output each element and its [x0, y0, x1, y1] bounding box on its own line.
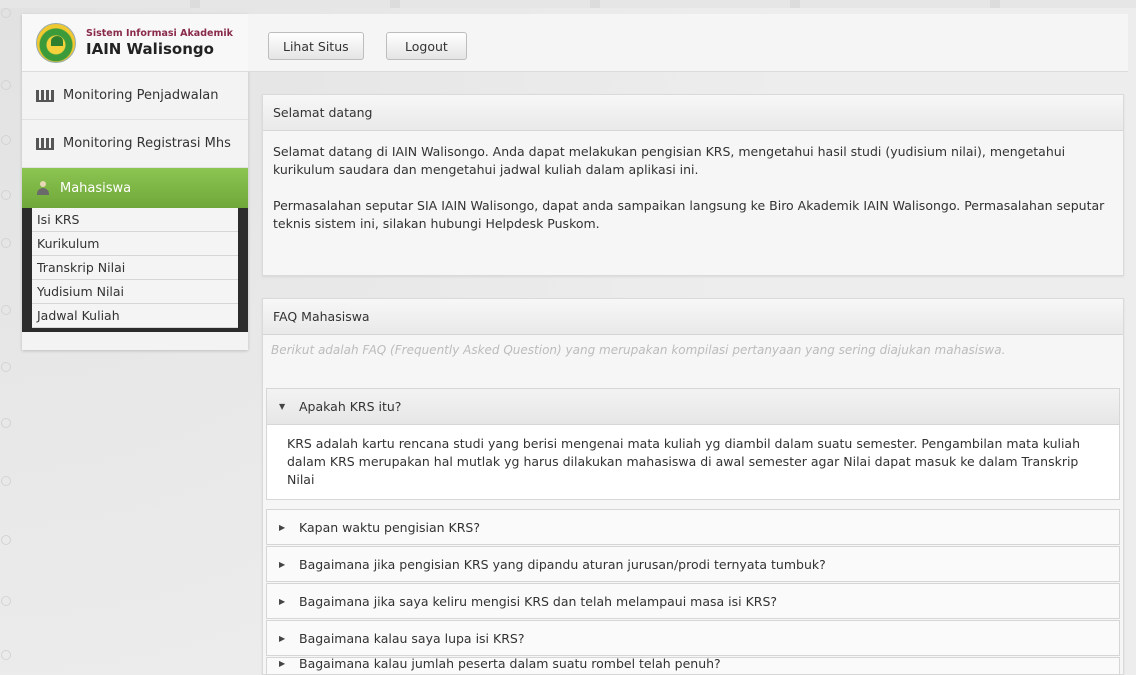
welcome-paragraph-2: Permasalahan seputar SIA IAIN Walisongo,… — [273, 198, 1105, 231]
faq-question-toggle[interactable]: ▶ Bagaimana kalau jumlah peserta dalam s… — [267, 657, 1119, 674]
faq-question-toggle[interactable]: ▶ Bagaimana jika pengisian KRS yang dipa… — [267, 547, 1119, 581]
faq-question-toggle[interactable]: ▶ Bagaimana kalau saya lupa isi KRS? — [267, 621, 1119, 655]
faq-question-text: Bagaimana kalau jumlah peserta dalam sua… — [299, 657, 721, 671]
sidebar-item-label: Mahasiswa — [60, 180, 132, 196]
faq-answer-text: KRS adalah kartu rencana studi yang beri… — [287, 436, 1081, 487]
faq-item[interactable]: ▶ Bagaimana kalau saya lupa isi KRS? — [266, 620, 1120, 656]
faq-question-toggle[interactable]: ▶ Bagaimana jika saya keliru mengisi KRS… — [267, 584, 1119, 618]
faq-item[interactable]: ▶ Bagaimana kalau jumlah peserta dalam s… — [266, 657, 1120, 675]
sidebar-item-monitoring-registrasi[interactable]: Monitoring Registrasi Mhs — [22, 120, 248, 168]
submenu-item-jadwal-kuliah[interactable]: Jadwal Kuliah — [32, 304, 238, 328]
faq-question-text: Kapan waktu pengisian KRS? — [299, 519, 480, 535]
welcome-paragraph-1: Selamat datang di IAIN Walisongo. Anda d… — [273, 144, 1066, 177]
sidebar-item-label: Monitoring Penjadwalan — [63, 88, 219, 103]
welcome-panel-title: Selamat datang — [263, 95, 1123, 131]
submenu-item-transkrip-nilai[interactable]: Transkrip Nilai — [32, 256, 238, 280]
caret-right-icon: ▶ — [279, 522, 286, 532]
top-decor-strip — [0, 0, 1136, 8]
caret-down-icon: ▼ — [279, 402, 286, 411]
user-icon — [36, 181, 50, 195]
iain-logo — [36, 22, 76, 63]
faq-item-open: ▼ Apakah KRS itu? KRS adalah kartu renca… — [266, 388, 1120, 500]
caret-right-icon: ▶ — [279, 633, 286, 643]
sidebar-item-mahasiswa[interactable]: Mahasiswa — [22, 168, 248, 208]
faq-item[interactable]: ▶ Bagaimana jika pengisian KRS yang dipa… — [266, 546, 1120, 582]
faq-item[interactable]: ▶ Kapan waktu pengisian KRS? — [266, 509, 1120, 545]
brand-title: IAIN Walisongo — [86, 39, 214, 58]
faq-question-text: Bagaimana jika saya keliru mengisi KRS d… — [299, 593, 778, 609]
faq-item[interactable]: ▶ Bagaimana jika saya keliru mengisi KRS… — [266, 583, 1120, 619]
brand-subtitle: Sistem Informasi Akademik — [86, 27, 233, 39]
sidebar-item-label: Monitoring Registrasi Mhs — [63, 136, 231, 151]
building-icon — [36, 137, 54, 150]
submenu-item-isi-krs[interactable]: Isi KRS — [32, 208, 238, 232]
caret-right-icon: ▶ — [279, 658, 286, 668]
submenu-item-yudisium-nilai[interactable]: Yudisium Nilai — [32, 280, 238, 304]
building-icon — [36, 89, 54, 102]
view-site-button[interactable]: Lihat Situs — [268, 32, 364, 60]
faq-question-text: Bagaimana kalau saya lupa isi KRS? — [299, 630, 525, 646]
faq-question-toggle[interactable]: ▶ Kapan waktu pengisian KRS? — [267, 510, 1119, 544]
faq-question-toggle[interactable]: ▼ Apakah KRS itu? — [267, 389, 1119, 425]
welcome-panel: Selamat datang Selamat datang di IAIN Wa… — [262, 94, 1124, 276]
brand[interactable]: Sistem Informasi Akademik IAIN Walisongo — [22, 14, 248, 72]
faq-question-text: Apakah KRS itu? — [299, 399, 402, 414]
caret-right-icon: ▶ — [279, 559, 286, 569]
faq-panel-title: FAQ Mahasiswa — [263, 299, 1123, 335]
caret-right-icon: ▶ — [279, 596, 286, 606]
top-bar: Lihat Situs Logout — [248, 14, 1128, 72]
faq-question-text: Bagaimana jika pengisian KRS yang dipand… — [299, 556, 826, 572]
mahasiswa-submenu: Isi KRS Kurikulum Transkrip Nilai Yudisi… — [22, 208, 248, 332]
faq-intro-note: Berikut adalah FAQ (Frequently Asked Que… — [271, 343, 1006, 357]
submenu-item-kurikulum[interactable]: Kurikulum — [32, 232, 238, 256]
logout-button[interactable]: Logout — [386, 32, 467, 60]
sidebar-item-monitoring-penjadwalan[interactable]: Monitoring Penjadwalan — [22, 72, 248, 120]
left-decor-dots — [0, 0, 14, 675]
sidebar: Sistem Informasi Akademik IAIN Walisongo… — [22, 14, 248, 350]
